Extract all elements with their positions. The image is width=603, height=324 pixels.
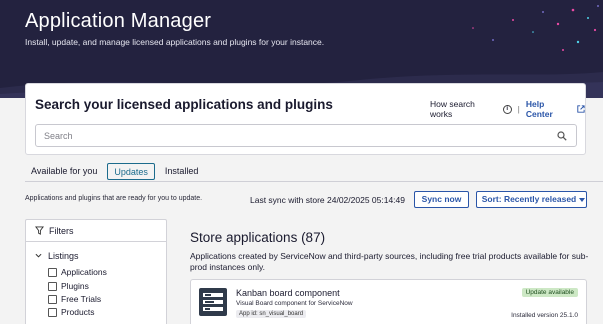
store-applications-description: Applications created by ServiceNow and t… bbox=[190, 251, 589, 272]
filter-option-label: Applications bbox=[61, 267, 107, 277]
installed-version: Installed version 25.1.0 bbox=[511, 312, 578, 319]
search-icon[interactable] bbox=[557, 131, 567, 141]
app-description: Visual Board component for ServiceNow bbox=[236, 300, 353, 307]
kanban-board-icon bbox=[199, 288, 227, 316]
how-search-works-link[interactable]: How search works bbox=[430, 99, 499, 119]
checkbox[interactable] bbox=[48, 281, 57, 291]
sort-label: Sort: Recently released bbox=[481, 194, 577, 204]
checkbox[interactable] bbox=[48, 267, 57, 277]
funnel-icon bbox=[35, 226, 44, 235]
store-applications-title: Store applications (87) bbox=[190, 230, 326, 245]
external-link-icon[interactable] bbox=[577, 105, 585, 113]
updates-info-text: Applications and plugins that are ready … bbox=[25, 195, 203, 202]
page-title: Application Manager bbox=[25, 10, 212, 32]
last-sync-text: Last sync with store 24/02/2025 05:14:49 bbox=[250, 195, 405, 205]
search-heading: Search your licensed applications and pl… bbox=[35, 97, 333, 112]
filters-panel: Filters Listings Applications Plugins Fr… bbox=[25, 219, 167, 324]
sort-dropdown[interactable]: Sort: Recently released bbox=[476, 191, 587, 208]
tab-available-for-you[interactable]: Available for you bbox=[25, 163, 103, 180]
tab-bar: Available for you Updates Installed bbox=[25, 163, 208, 181]
filter-option-applications[interactable]: Applications bbox=[48, 267, 107, 277]
listings-group-toggle[interactable]: Listings bbox=[35, 251, 79, 261]
app-name[interactable]: Kanban board component bbox=[236, 288, 340, 298]
filter-option-label: Free Trials bbox=[61, 294, 102, 304]
search-input[interactable] bbox=[36, 125, 576, 146]
filters-header[interactable]: Filters bbox=[26, 220, 166, 242]
filter-option-products[interactable]: Products bbox=[48, 307, 95, 317]
chevron-down-icon bbox=[35, 253, 42, 258]
caret-down-icon bbox=[579, 197, 586, 202]
info-icon[interactable]: i bbox=[502, 104, 512, 114]
search-card: Search your licensed applications and pl… bbox=[25, 83, 586, 155]
search-box bbox=[35, 124, 577, 147]
separator: | bbox=[517, 104, 520, 114]
help-center-link[interactable]: Help Center bbox=[526, 99, 573, 119]
page-subtitle: Install, update, and manage licensed app… bbox=[25, 37, 325, 47]
sparkle-decoration bbox=[472, 5, 599, 51]
checkbox[interactable] bbox=[48, 294, 57, 304]
update-available-badge: Update available bbox=[521, 288, 578, 297]
tab-updates[interactable]: Updates bbox=[107, 163, 155, 180]
checkbox[interactable] bbox=[48, 307, 57, 317]
app-card[interactable]: Kanban board component Visual Board comp… bbox=[190, 279, 587, 324]
sync-now-button[interactable]: Sync now bbox=[414, 191, 469, 208]
app-id: App id: sn_visual_board bbox=[236, 310, 307, 318]
tab-installed[interactable]: Installed bbox=[159, 163, 205, 180]
listings-label: Listings bbox=[48, 251, 79, 261]
filter-option-label: Plugins bbox=[61, 281, 89, 291]
search-help-links: How search works i | Help Center bbox=[430, 99, 585, 119]
filter-option-label: Products bbox=[61, 307, 95, 317]
filters-title: Filters bbox=[49, 226, 74, 236]
filter-option-plugins[interactable]: Plugins bbox=[48, 281, 89, 291]
filter-option-free-trials[interactable]: Free Trials bbox=[48, 294, 101, 304]
tab-divider bbox=[25, 181, 603, 182]
